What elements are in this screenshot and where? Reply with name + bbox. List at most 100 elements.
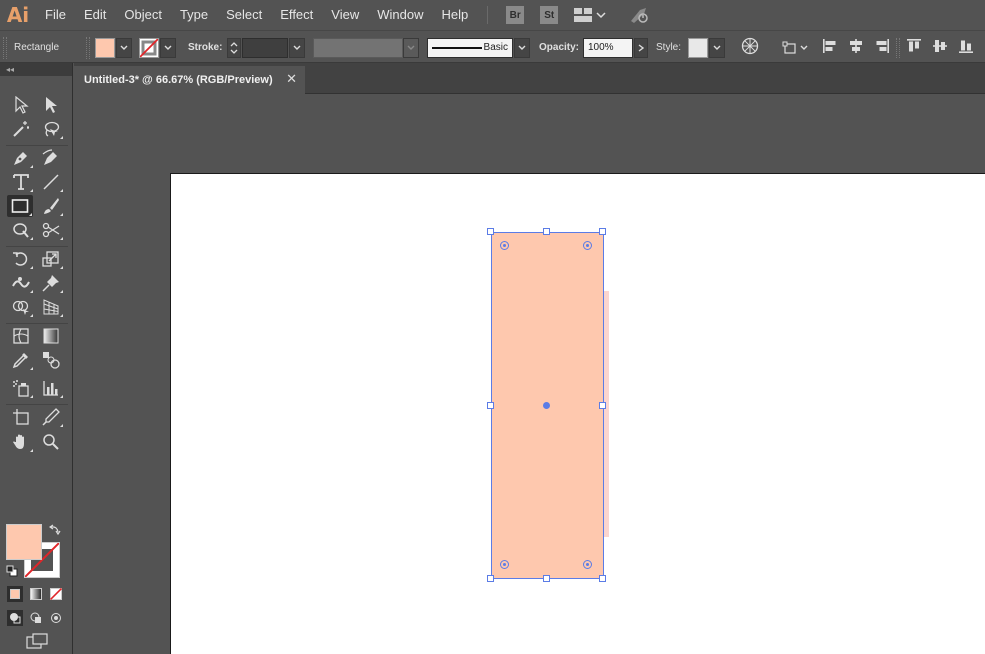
corner-widget-bottom-right[interactable] <box>583 560 592 569</box>
shaper-tool[interactable] <box>8 219 34 241</box>
stroke-swatch[interactable] <box>139 37 159 58</box>
menu-select[interactable]: Select <box>217 0 271 30</box>
graphic-style-swatch[interactable] <box>688 37 708 58</box>
menu-window[interactable]: Window <box>368 0 432 30</box>
menu-effect[interactable]: Effect <box>271 0 322 30</box>
graphic-style-dropdown[interactable] <box>709 37 725 58</box>
stroke-dropdown[interactable] <box>160 37 176 58</box>
canvas-pasteboard[interactable] <box>74 94 985 654</box>
handle-top-left[interactable] <box>487 228 494 235</box>
stroke-weight-stepper[interactable] <box>227 37 241 58</box>
rotate-tool[interactable] <box>8 248 34 270</box>
shape-center-point[interactable] <box>543 402 550 409</box>
mesh-tool[interactable] <box>8 325 34 347</box>
draw-behind-button[interactable] <box>28 610 44 626</box>
fill-swatch[interactable] <box>95 37 115 58</box>
control-bar-grip[interactable] <box>3 36 7 59</box>
handle-bottom-center[interactable] <box>543 575 550 582</box>
puppet-warp-tool[interactable] <box>38 272 64 294</box>
width-tool[interactable] <box>8 272 34 294</box>
scale-tool[interactable] <box>38 248 64 270</box>
line-segment-tool[interactable] <box>38 171 64 193</box>
pen-tool[interactable] <box>8 147 34 169</box>
fill-dropdown[interactable] <box>116 37 132 58</box>
align-center-button[interactable] <box>848 38 864 57</box>
none-mode-button[interactable] <box>48 586 64 602</box>
handle-middle-right[interactable] <box>599 402 606 409</box>
lasso-tool[interactable] <box>38 118 64 140</box>
gpu-performance-button[interactable] <box>628 6 650 24</box>
direct-selection-tool[interactable] <box>38 94 64 116</box>
color-mode-button[interactable] <box>7 586 23 602</box>
opacity-dropdown[interactable] <box>634 37 648 58</box>
fill-color-box[interactable] <box>6 524 42 560</box>
rectangle-tool[interactable] <box>7 195 33 217</box>
swap-fill-stroke-button[interactable] <box>48 524 61 539</box>
hand-tool[interactable] <box>8 431 34 453</box>
default-fill-stroke-button[interactable] <box>6 565 18 580</box>
perspective-grid-tool[interactable] <box>38 296 64 318</box>
corner-widget-top-right[interactable] <box>583 241 592 250</box>
tool-flyout-indicator <box>30 367 33 370</box>
handle-bottom-left[interactable] <box>487 575 494 582</box>
document-tab[interactable]: Untitled-3* @ 66.67% (RGB/Preview) ✕ <box>74 66 305 94</box>
align-right-button[interactable] <box>874 38 890 57</box>
opacity-input[interactable]: 100% <box>583 37 633 58</box>
stock-button[interactable]: St <box>540 6 559 24</box>
menu-view[interactable]: View <box>322 0 368 30</box>
transform-menu-button[interactable] <box>782 40 808 56</box>
handle-top-right[interactable] <box>599 228 606 235</box>
menu-type[interactable]: Type <box>171 0 217 30</box>
blend-tool[interactable] <box>38 349 64 371</box>
style-label: Style: <box>656 42 682 53</box>
draw-inside-button[interactable] <box>48 610 64 626</box>
gradient-tool[interactable] <box>38 325 64 347</box>
slice-tool[interactable] <box>38 406 64 428</box>
symbol-sprayer-tool[interactable] <box>8 377 34 399</box>
artboard-icon <box>13 409 29 425</box>
corner-widget-top-left[interactable] <box>500 241 509 250</box>
magic-wand-tool[interactable] <box>8 118 34 140</box>
rocket-icon <box>631 8 648 23</box>
tools-panel-collapse[interactable]: ◂◂ <box>0 63 72 76</box>
stroke-weight-dropdown[interactable] <box>289 37 305 58</box>
align-left-button[interactable] <box>822 38 838 57</box>
shape-builder-tool[interactable] <box>8 296 34 318</box>
artboard-tool[interactable] <box>8 406 34 428</box>
artboard[interactable] <box>170 173 985 654</box>
align-middle-button[interactable] <box>932 38 948 57</box>
curvature-tool[interactable] <box>38 147 64 169</box>
type-tool[interactable] <box>8 171 34 193</box>
brush-dropdown[interactable] <box>514 37 530 58</box>
align-bottom-button[interactable] <box>958 38 974 57</box>
close-tab-button[interactable]: ✕ <box>286 72 297 87</box>
align-top-button[interactable] <box>906 38 922 57</box>
recolor-artwork-button[interactable] <box>741 37 759 58</box>
screen-mode-button[interactable] <box>26 633 48 652</box>
variable-width-dropdown[interactable] <box>403 37 419 58</box>
stroke-weight-input[interactable] <box>242 37 288 58</box>
column-graph-tool[interactable] <box>38 377 64 399</box>
menu-file[interactable]: File <box>36 0 75 30</box>
menu-object[interactable]: Object <box>115 0 171 30</box>
handle-top-center[interactable] <box>543 228 550 235</box>
scissors-tool[interactable] <box>38 219 64 241</box>
menu-help[interactable]: Help <box>432 0 477 30</box>
workspace-switcher[interactable] <box>574 8 606 22</box>
handle-bottom-right[interactable] <box>599 575 606 582</box>
handle-middle-left[interactable] <box>487 402 494 409</box>
menu-edit[interactable]: Edit <box>75 0 115 30</box>
chevron-down-icon <box>407 45 415 50</box>
eyedropper-tool[interactable] <box>8 349 34 371</box>
gradient-mode-button[interactable] <box>28 586 44 602</box>
corner-widget-bottom-left[interactable] <box>500 560 509 569</box>
paintbrush-tool[interactable] <box>38 195 64 217</box>
none-swatch-icon <box>50 588 62 600</box>
variable-width-profile[interactable] <box>313 37 403 58</box>
brush-definition-field[interactable]: Basic <box>427 37 513 58</box>
draw-normal-button[interactable] <box>7 610 23 626</box>
zoom-tool[interactable] <box>38 431 64 453</box>
bridge-button[interactable]: Br <box>506 6 525 24</box>
selection-tool[interactable] <box>8 94 34 116</box>
rotate-icon <box>13 252 28 266</box>
